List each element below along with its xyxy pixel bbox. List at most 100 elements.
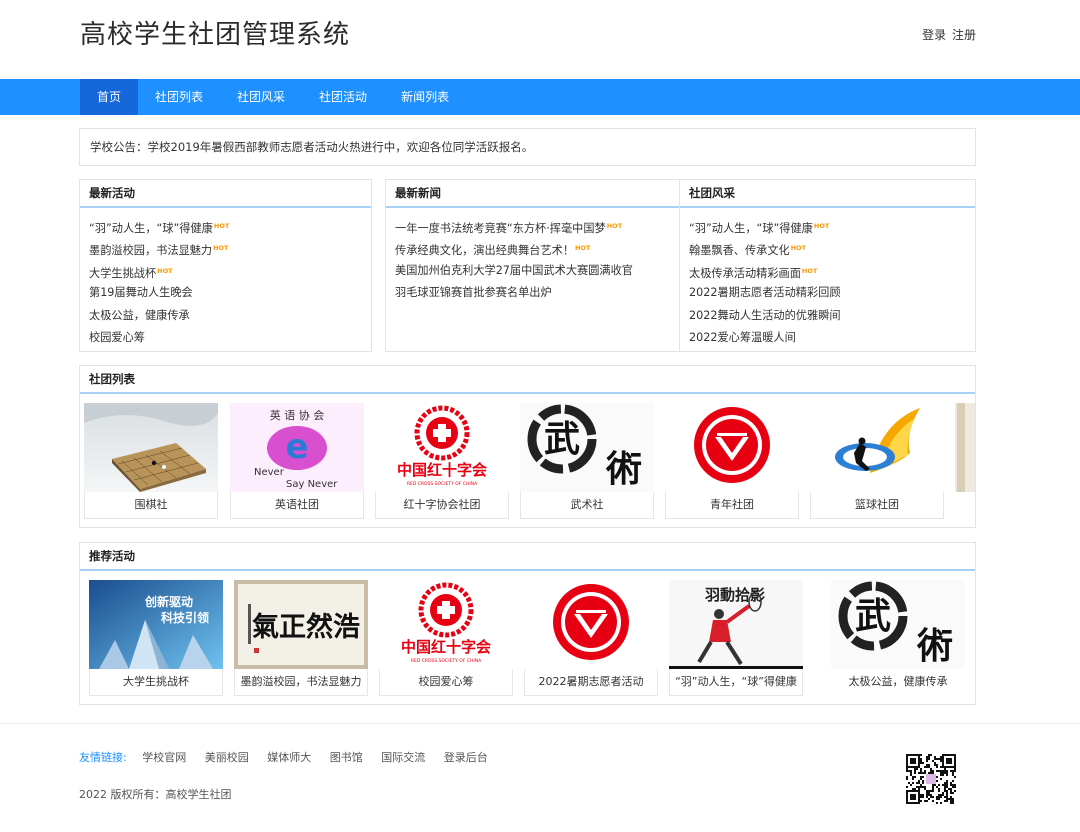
hot-badge: HOT — [213, 222, 230, 230]
list-item[interactable]: 第19届舞动人生晚会 — [89, 282, 371, 304]
main-nav: 首页 社团列表 社团风采 社团活动 新闻列表 — [0, 79, 1080, 115]
list-item[interactable]: 2022爱心筹温暖人间 — [689, 327, 975, 349]
list-item-text: 第19届舞动人生晚会 — [89, 286, 193, 300]
innovation-poster: 创新驱动 科技引领 — [89, 580, 223, 669]
login-link[interactable]: 登录 — [922, 28, 946, 42]
list-item[interactable]: 美国加州伯克利大学27届中国武术大赛圆满收官 — [395, 260, 679, 282]
list-item[interactable]: 太极公益，健康传承 — [89, 305, 371, 327]
list-item-text: 墨韵溢校园，书法显魅力 — [89, 244, 213, 258]
footer-link-admin-login[interactable]: 登录后台 — [444, 751, 488, 764]
red-cross-logo: 中国红十字会 RED CROSS SOCIETY OF CHINA — [375, 403, 509, 492]
english-logo-motto: Never — [254, 467, 285, 478]
auth-links: 登录 注册 — [922, 26, 976, 43]
footer-link-international[interactable]: 国际交流 — [381, 751, 425, 764]
badminton-text: 羽動拾影 — [705, 586, 765, 604]
list-item-text: “羽”动人生，“球”得健康 — [689, 222, 813, 235]
youth-league-logo — [524, 580, 658, 669]
red-cross-logo: 中国红十字会 RED CROSS SOCIETY OF CHINA — [379, 580, 513, 669]
club-style-panel: 社团风采 “羽”动人生，“球”得健康HOT 翰墨飘香、传承文化HOT 太极传承活动精… — [679, 179, 976, 352]
club-card[interactable]: 英 语 协 会 e Never Say Never 英语社团 — [230, 403, 364, 519]
list-item[interactable]: 翰墨飘香、传承文化HOT — [689, 237, 975, 259]
panel-title: 推荐活动 — [80, 543, 975, 571]
list-item[interactable]: “羽”动人生，“球”得健康HOT — [89, 215, 371, 237]
club-card[interactable]: 篮球社团 — [810, 403, 944, 519]
nav-home[interactable]: 首页 — [80, 79, 139, 115]
club-card[interactable]: 中国红十字会 RED CROSS SOCIETY OF CHINA 红十字协会社… — [375, 403, 509, 519]
friend-links: 友情链接: 学校官网 美丽校园 媒体师大 图书馆 国际交流 登录后台 — [79, 749, 503, 765]
footer-link-campus[interactable]: 美丽校园 — [205, 751, 249, 764]
list-item[interactable]: 2022暑期志愿者活动精彩回顾 — [689, 282, 975, 304]
wushu-char: 武 — [855, 595, 891, 637]
activity-cards: 创新驱动 科技引领 大学生挑战杯 氣正然浩 墨韵溢校园，书法显魅力 中国红十字会… — [89, 580, 975, 699]
activity-name: 校园爱心筹 — [379, 669, 513, 696]
activity-card[interactable]: 武 術 太极公益，健康传承 — [831, 580, 965, 696]
list-item[interactable]: 大学生挑战杯HOT — [89, 260, 371, 282]
hot-badge: HOT — [213, 244, 229, 253]
wushu-char: 武 — [544, 418, 580, 460]
school-notice: 学校公告：学校2019年暑假西部教师志愿者活动火热进行中，欢迎各位同学活跃报名。 — [79, 128, 976, 166]
list-item-text: 传承经典文化，演出经典舞台艺术！ — [395, 244, 575, 258]
wushu-calligraphy-image: 武 術 — [831, 580, 965, 669]
list-item[interactable]: 校园爱心筹 — [89, 327, 371, 349]
list-item-text: 羽毛球亚锦赛首批参赛名单出炉 — [395, 286, 552, 300]
list-item[interactable]: “羽”动人生，“球”得健康HOT — [689, 215, 975, 237]
club-card[interactable]: 青年社团 — [665, 403, 799, 519]
activity-card[interactable]: 2022暑期志愿者活动 — [524, 580, 658, 696]
activity-card[interactable]: 创新驱动 科技引领 大学生挑战杯 — [89, 580, 223, 696]
activity-name: 2022暑期志愿者活动 — [524, 669, 658, 696]
partial-club-image — [955, 403, 975, 492]
footer-link-media[interactable]: 媒体师大 — [267, 751, 311, 764]
red-cross-en: RED CROSS SOCIETY OF CHINA — [407, 481, 478, 487]
hot-badge: HOT — [801, 266, 818, 275]
youth-league-logo — [665, 403, 799, 492]
copyright: 2022 版权所有：高校学生社团 — [79, 788, 232, 801]
nav-club-style[interactable]: 社团风采 — [220, 79, 302, 115]
list-item[interactable]: 羽毛球亚锦赛首批参赛名单出炉 — [395, 282, 679, 304]
register-link[interactable]: 注册 — [952, 28, 976, 42]
list-item-text: 一年一度书法统考竞赛“东方杯·挥毫中国梦 — [395, 222, 606, 235]
list-item[interactable]: 传承经典文化，演出经典舞台艺术！HOT — [395, 237, 679, 259]
poster-text: 创新驱动 — [144, 594, 193, 609]
panel-title: 社团风采 — [680, 180, 975, 208]
list-item[interactable]: 太极传承活动精彩画面HOT — [689, 260, 975, 282]
club-list-panel: 社团列表 围棋社 英 语 协 会 e Never Say Never 英语社团 … — [79, 365, 976, 528]
list-item[interactable]: 墨韵溢校园，书法显魅力HOT — [89, 237, 371, 259]
badminton-poster: 羽動拾影 — [669, 580, 803, 669]
club-name: 篮球社团 — [810, 492, 944, 519]
list-item-text: 翰墨飘香、传承文化 — [689, 244, 790, 258]
site-title: 高校学生社团管理系统 — [80, 20, 351, 50]
list-item-text: 2022舞动人生活动的优雅瞬间 — [689, 308, 841, 322]
hot-badge: HOT — [813, 222, 830, 230]
footer-link-school[interactable]: 学校官网 — [142, 751, 186, 764]
latest-activity-panel: 最新活动 “羽”动人生，“球”得健康HOT 墨韵溢校园，书法显魅力HOT 大学生挑战… — [79, 179, 372, 352]
activity-card[interactable]: 中国红十字会 RED CROSS SOCIETY OF CHINA 校园爱心筹 — [379, 580, 513, 696]
hot-badge: HOT — [157, 266, 173, 275]
list-item[interactable]: 2022舞动人生活动的优雅瞬间 — [689, 305, 975, 327]
nav-news-list[interactable]: 新闻列表 — [384, 79, 466, 115]
footer-divider — [0, 723, 1080, 724]
calligraphy-text: 氣正然浩 — [252, 611, 360, 643]
footer-link-library[interactable]: 图书馆 — [330, 751, 363, 764]
hot-badge: HOT — [575, 244, 591, 253]
wushu-char: 術 — [605, 448, 642, 490]
list-item[interactable]: 一年一度书法统考竞赛“东方杯·挥毫中国梦HOT — [395, 215, 679, 237]
club-card-partial[interactable] — [955, 403, 975, 492]
club-card[interactable]: 武 術 武术社 — [520, 403, 654, 519]
club-name: 英语社团 — [230, 492, 364, 519]
nav-club-list[interactable]: 社团列表 — [138, 79, 220, 115]
red-cross-cn: 中国红十字会 — [397, 461, 487, 479]
news-list: 一年一度书法统考竞赛“东方杯·挥毫中国梦HOT 传承经典文化，演出经典舞台艺术！H… — [386, 208, 679, 305]
club-card[interactable]: 围棋社 — [84, 403, 218, 519]
list-item-text: “羽”动人生，“球”得健康 — [89, 222, 213, 235]
style-list: “羽”动人生，“球”得健康HOT 翰墨飘香、传承文化HOT 太极传承活动精彩画面HO… — [680, 208, 975, 349]
club-name: 青年社团 — [665, 492, 799, 519]
latest-news-panel: 最新新闻 一年一度书法统考竞赛“东方杯·挥毫中国梦HOT 传承经典文化，演出经典舞… — [385, 179, 679, 352]
nav-club-activity[interactable]: 社团活动 — [302, 79, 384, 115]
club-name: 红十字协会社团 — [375, 492, 509, 519]
english-logo-arc: 英 语 协 会 — [270, 408, 325, 422]
activity-card[interactable]: 羽動拾影 “羽”动人生，“球”得健康 — [669, 580, 803, 696]
club-cards: 围棋社 英 语 协 会 e Never Say Never 英语社团 中国红十字… — [84, 403, 975, 522]
basketball-logo — [810, 403, 944, 492]
activity-card[interactable]: 氣正然浩 墨韵溢校园，书法显魅力 — [234, 580, 368, 696]
qr-code-icon — [906, 754, 956, 804]
